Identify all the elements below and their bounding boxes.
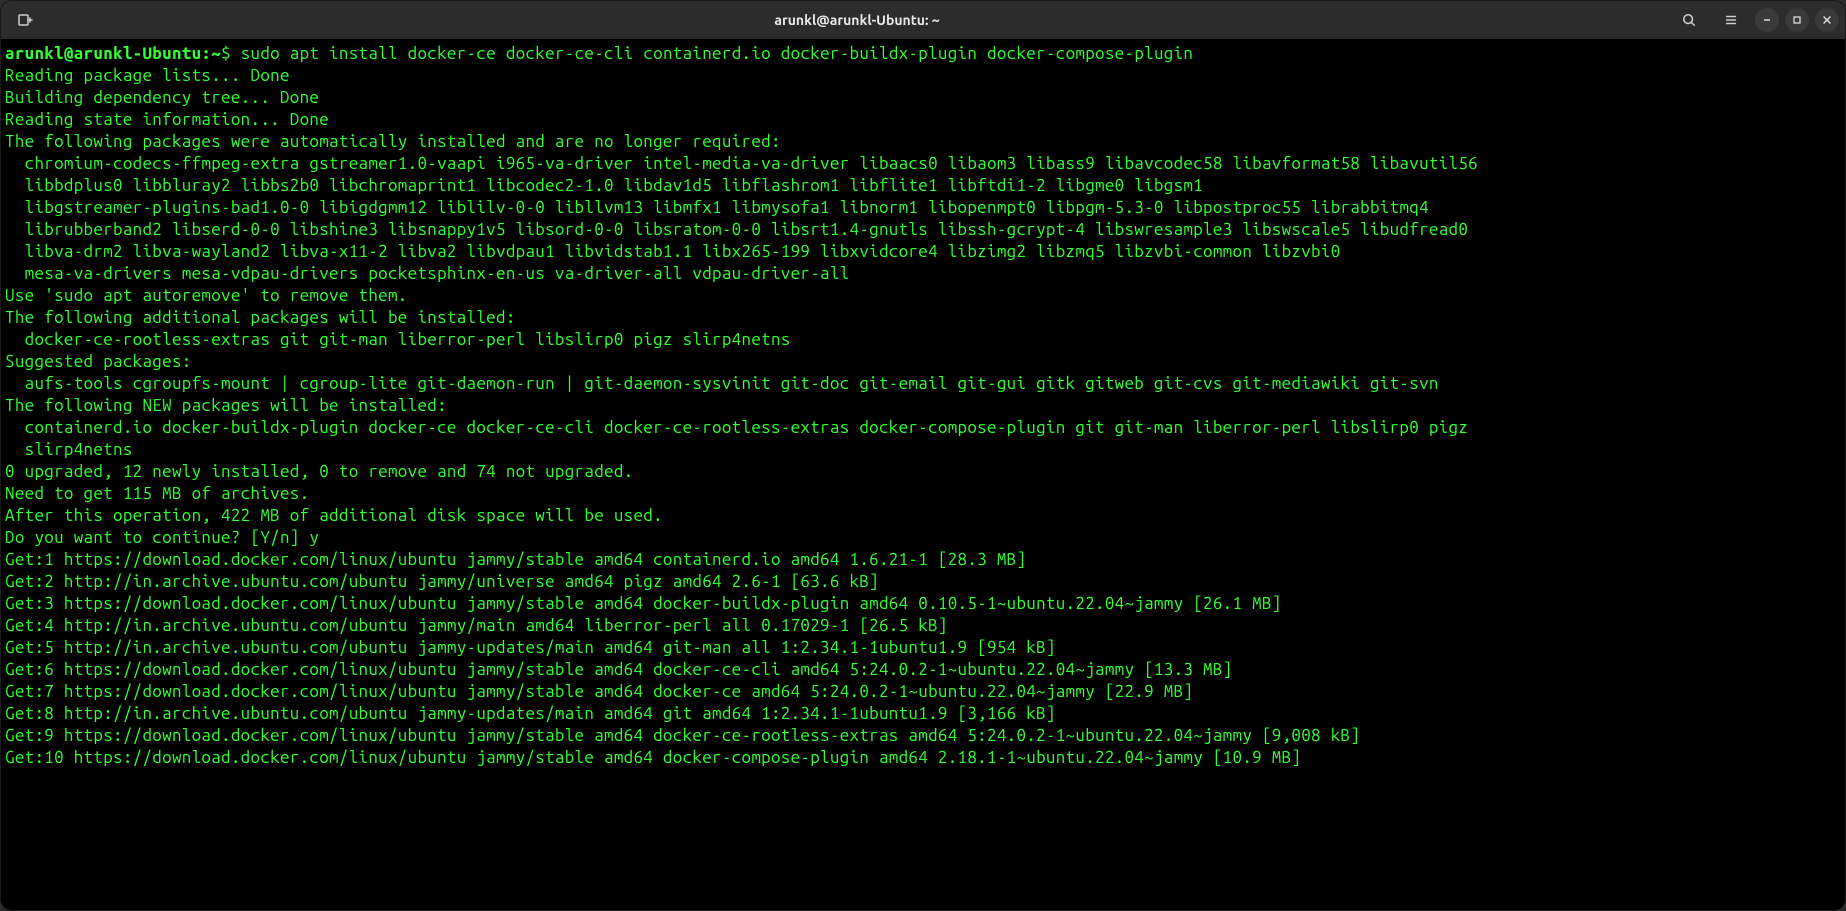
output-line: Get:6 https://download.docker.com/linux/… xyxy=(5,659,1841,681)
prompt-path: ~ xyxy=(211,44,221,63)
output-line: The following NEW packages will be insta… xyxy=(5,395,1841,417)
output-line: Reading state information... Done xyxy=(5,109,1841,131)
output-line: librubberband2 libserd-0-0 libshine3 lib… xyxy=(5,219,1841,241)
close-icon xyxy=(1822,15,1832,25)
output-line: Get:3 https://download.docker.com/linux/… xyxy=(5,593,1841,615)
output-line: Use 'sudo apt autoremove' to remove them… xyxy=(5,285,1841,307)
output-line: libbdplus0 libbluray2 libbs2b0 libchroma… xyxy=(5,175,1841,197)
window-title: arunkl@arunkl-Ubuntu: ~ xyxy=(43,12,1671,28)
output-line: Get:8 http://in.archive.ubuntu.com/ubunt… xyxy=(5,703,1841,725)
output-line: Get:5 http://in.archive.ubuntu.com/ubunt… xyxy=(5,637,1841,659)
output-line: Get:7 https://download.docker.com/linux/… xyxy=(5,681,1841,703)
output-line: containerd.io docker-buildx-plugin docke… xyxy=(5,417,1841,439)
output-line: slirp4netns xyxy=(5,439,1841,461)
output-line: Get:2 http://in.archive.ubuntu.com/ubunt… xyxy=(5,571,1841,593)
output-line: Suggested packages: xyxy=(5,351,1841,373)
new-tab-icon xyxy=(17,12,33,28)
minimize-icon xyxy=(1762,15,1772,25)
minimize-button[interactable] xyxy=(1755,8,1779,32)
prompt-symbol: $ xyxy=(221,44,241,63)
prompt-line: arunkl@arunkl-Ubuntu:~$ sudo apt install… xyxy=(5,43,1841,65)
output-line: Get:9 https://download.docker.com/linux/… xyxy=(5,725,1841,747)
output-line: Do you want to continue? [Y/n] y xyxy=(5,527,1841,549)
output-line: The following additional packages will b… xyxy=(5,307,1841,329)
output-line: mesa-va-drivers mesa-vdpau-drivers pocke… xyxy=(5,263,1841,285)
output-line: Get:4 http://in.archive.ubuntu.com/ubunt… xyxy=(5,615,1841,637)
search-icon xyxy=(1682,13,1696,27)
output-line: Reading package lists... Done xyxy=(5,65,1841,87)
output-line: docker-ce-rootless-extras git git-man li… xyxy=(5,329,1841,351)
output-line: chromium-codecs-ffmpeg-extra gstreamer1.… xyxy=(5,153,1841,175)
search-button[interactable] xyxy=(1675,6,1703,34)
prompt-user-host: arunkl@arunkl-Ubuntu xyxy=(5,44,201,63)
output-line: Get:1 https://download.docker.com/linux/… xyxy=(5,549,1841,571)
command-text: sudo apt install docker-ce docker-ce-cli… xyxy=(241,44,1194,63)
titlebar: arunkl@arunkl-Ubuntu: ~ xyxy=(1,1,1845,39)
close-button[interactable] xyxy=(1815,8,1839,32)
terminal-window: arunkl@arunkl-Ubuntu: ~ xyxy=(0,0,1846,911)
hamburger-menu-button[interactable] xyxy=(1717,6,1745,34)
new-tab-button[interactable] xyxy=(11,6,39,34)
maximize-icon xyxy=(1792,15,1802,25)
maximize-button[interactable] xyxy=(1785,8,1809,32)
output-line: 0 upgraded, 12 newly installed, 0 to rem… xyxy=(5,461,1841,483)
hamburger-icon xyxy=(1724,13,1738,27)
output-line: aufs-tools cgroupfs-mount | cgroup-lite … xyxy=(5,373,1841,395)
output-line: Need to get 115 MB of archives. xyxy=(5,483,1841,505)
output-line: Building dependency tree... Done xyxy=(5,87,1841,109)
output-line: libgstreamer-plugins-bad1.0-0 libigdgmm1… xyxy=(5,197,1841,219)
output-line: The following packages were automaticall… xyxy=(5,131,1841,153)
output-line: Get:10 https://download.docker.com/linux… xyxy=(5,747,1841,769)
output-line: After this operation, 422 MB of addition… xyxy=(5,505,1841,527)
terminal-output-area[interactable]: arunkl@arunkl-Ubuntu:~$ sudo apt install… xyxy=(1,39,1845,910)
output-line: libva-drm2 libva-wayland2 libva-x11-2 li… xyxy=(5,241,1841,263)
